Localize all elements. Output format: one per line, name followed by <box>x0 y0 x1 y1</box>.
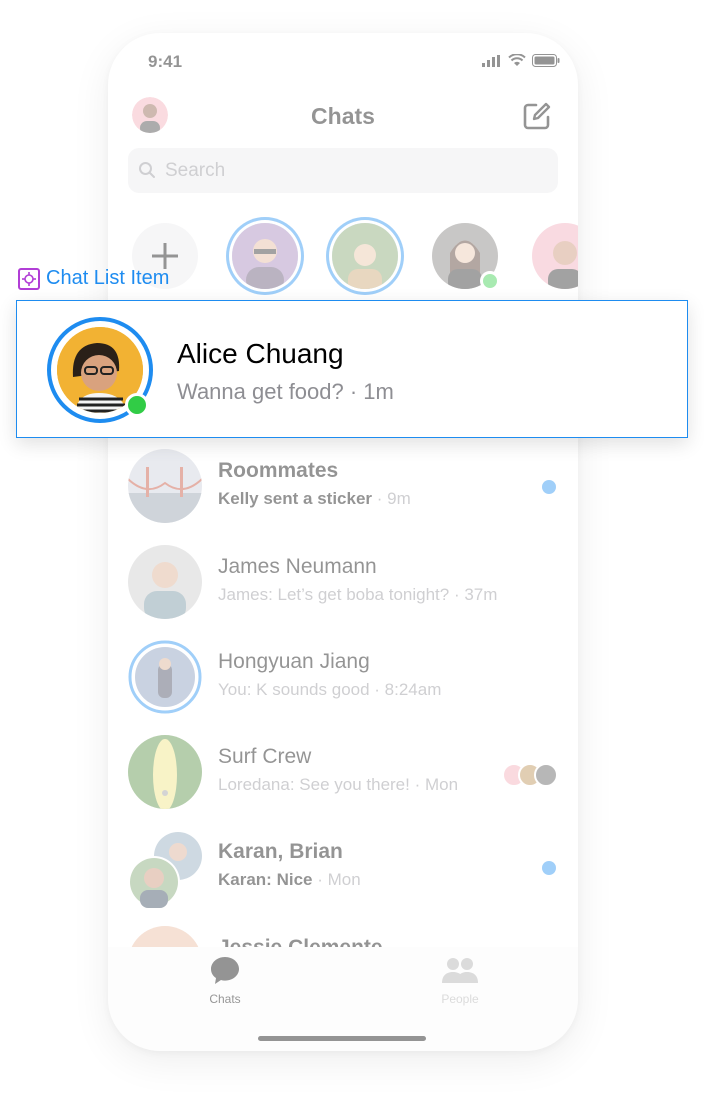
chat-list-item[interactable]: Surf Crew Loredana: See you there! · Mon <box>108 735 578 830</box>
chat-name: Roommates <box>218 459 339 482</box>
compose-icon[interactable] <box>522 101 552 131</box>
wifi-icon <box>508 54 526 66</box>
search-input[interactable]: Search <box>128 148 558 193</box>
tab-chats[interactable]: Chats <box>185 955 265 1006</box>
chat-preview: Loredana: See you there! · Mon <box>218 775 459 794</box>
component-gear-icon <box>18 267 40 290</box>
status-icons <box>482 54 560 67</box>
chat-list-item[interactable]: Karan, Brian Karan: Nice · Mon <box>108 830 578 925</box>
group-avatar <box>128 830 208 910</box>
chat-sender: Karan: Nice <box>218 870 313 889</box>
unread-indicator <box>542 480 556 494</box>
page-title: Chats <box>311 103 375 129</box>
chat-preview: You: K sounds good · 8:24am <box>218 680 442 699</box>
online-indicator <box>480 271 500 291</box>
chat-preview: Karan: Nice · Mon <box>218 870 361 890</box>
search-placeholder: Search <box>165 160 226 181</box>
story-avatar[interactable] <box>532 223 578 289</box>
seen-avatars <box>502 763 558 787</box>
unread-indicator <box>542 861 556 875</box>
chat-sender: Kelly sent a sticker <box>218 489 373 508</box>
online-indicator <box>125 393 149 417</box>
chat-time: · Mon <box>312 870 361 889</box>
battery-icon <box>532 54 560 67</box>
component-label: Chat List Item <box>18 267 169 290</box>
phone-frame: 9:41 Chats Search Roommates Kelly sent a… <box>108 33 578 1051</box>
signal-icon <box>482 54 500 67</box>
tab-label: Chats <box>209 992 241 1006</box>
component-label-text: Chat List Item <box>46 267 170 289</box>
chat-preview: James: Let’s get boba tonight? · 37m <box>218 585 498 604</box>
story-avatar[interactable] <box>332 223 398 289</box>
chat-list-item[interactable]: Hongyuan Jiang You: K sounds good · 8:24… <box>108 640 578 735</box>
chat-name: James Neumann <box>218 555 377 578</box>
chat-time: · 9m <box>372 489 411 508</box>
chat-preview: Kelly sent a sticker · 9m <box>218 489 411 509</box>
chat-name: Hongyuan Jiang <box>218 650 370 673</box>
chat-avatar <box>128 449 202 523</box>
tab-label: People <box>441 992 479 1006</box>
chat-avatar <box>128 545 202 619</box>
chat-name: Surf Crew <box>218 745 312 768</box>
tab-people[interactable]: People <box>420 955 500 1006</box>
chat-list-item[interactable]: James Neumann James: Let’s get boba toni… <box>108 545 578 640</box>
people-icon <box>442 958 478 983</box>
chat-avatar <box>128 640 202 714</box>
story-avatar[interactable] <box>232 223 298 289</box>
search-icon <box>139 162 155 178</box>
chat-name: Karan, Brian <box>218 840 343 863</box>
chat-preview: Wanna get food? · 1m <box>177 379 394 404</box>
home-indicator <box>258 1036 426 1041</box>
chat-bubble-icon <box>211 957 239 984</box>
chat-avatar <box>128 735 202 809</box>
chat-name: Alice Chuang <box>177 338 344 369</box>
chat-list-item[interactable]: Roommates Kelly sent a sticker · 9m <box>108 449 578 544</box>
status-time: 9:41 <box>148 52 183 71</box>
chat-list-item-highlighted[interactable]: Alice Chuang Wanna get food? · 1m <box>16 300 688 438</box>
